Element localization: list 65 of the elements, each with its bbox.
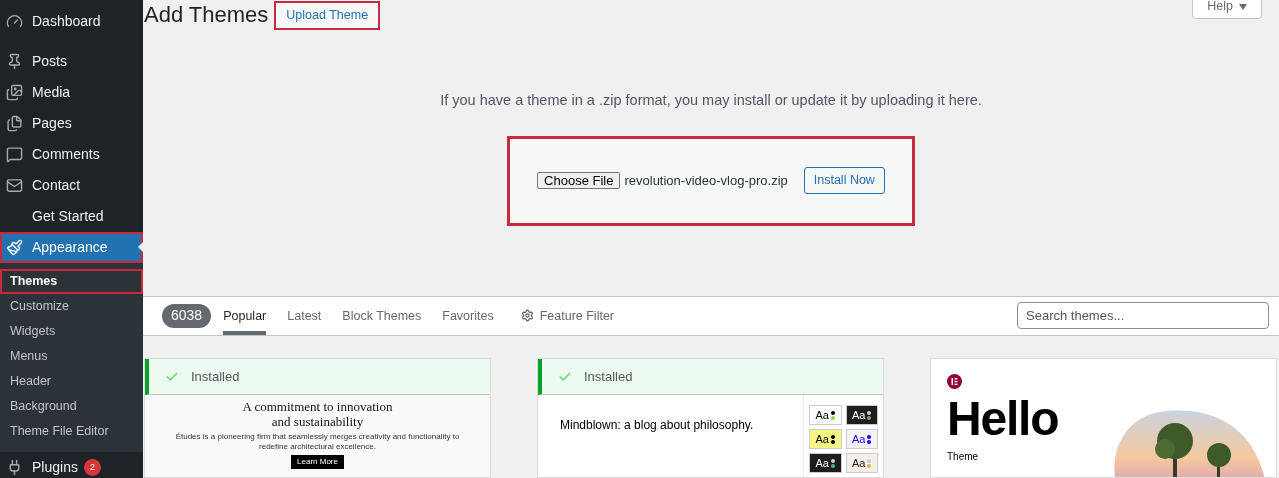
images-icon [6, 84, 23, 101]
installed-label: Installed [191, 367, 240, 386]
sidebar-item[interactable]: Media [2, 79, 141, 106]
envelope-icon [6, 177, 23, 194]
preview-subtitle: Theme [947, 450, 980, 464]
theme-card[interactable]: Installed A commitment to innovation and sustainability Études is a pioneering firm that seamlessly merges creativity and functionality to redefine architectural excellence. Learn More [144, 358, 491, 478]
sidebar-item[interactable]: Get Started [2, 203, 141, 230]
paintbrush-icon [6, 239, 23, 256]
style-swatch[interactable]: Aa [809, 429, 842, 449]
preview-tagline: Mindblown: a blog about philosophy. [559, 417, 755, 434]
installed-label: Installed [584, 367, 633, 386]
round-logo-icon [947, 374, 962, 389]
caret-icon [1239, 3, 1247, 10]
style-swatch[interactable]: Aa [809, 453, 842, 473]
swatch-label: Aa [815, 431, 829, 447]
submenu-item[interactable]: Header [0, 369, 143, 394]
submenu-item[interactable]: Menus [0, 344, 143, 369]
speech-bubble-icon [6, 146, 23, 163]
feature-filter-button[interactable]: Feature Filter [520, 296, 615, 335]
upload-theme-button[interactable]: Upload Theme [274, 0, 381, 30]
submenu-item[interactable]: Themes [0, 269, 143, 294]
swatch-label: Aa [815, 407, 829, 423]
swatch-label: Aa [852, 455, 866, 471]
search-field[interactable]: Search themes... [1017, 302, 1269, 330]
theme-card[interactable]: Installed Mindblown: a blog about philosophy. Aa Aa Aa Aa Aa Aa [537, 358, 884, 478]
choose-file-button[interactable]: Choose File [537, 172, 621, 190]
upload-instructions: If you have a theme in a .zip format, you may install or update it by uploading it here. [440, 91, 982, 110]
style-swatch[interactable]: Aa [845, 405, 878, 425]
sidebar-item[interactable]: Plugins 2 [2, 454, 141, 478]
filter-tab[interactable]: Favorites [442, 296, 494, 335]
swatch-label: Aa [815, 455, 829, 471]
filter-tab[interactable]: Popular [223, 296, 267, 335]
sidebar-item[interactable]: Appearance [2, 234, 141, 261]
settings-icon [520, 309, 534, 323]
style-swatch[interactable]: Aa [845, 453, 878, 473]
sidebar-item[interactable]: Dashboard [2, 8, 141, 35]
theme-count: 6038 [162, 303, 212, 328]
page-title: Add Themes [144, 1, 269, 29]
submenu-item[interactable]: Theme File Editor [0, 419, 143, 444]
gauge-icon [6, 13, 23, 30]
preview-heading: A commitment to innovation and sustainability [241, 399, 394, 429]
preview-paragraph: Études is a pioneering firm that seamlessly merges creativity and functionality to redefine architectural excellence. [174, 432, 461, 452]
swatch-label: Aa [852, 407, 866, 423]
sidebar-item[interactable]: Contact [2, 172, 141, 199]
pin-icon [6, 53, 23, 70]
help-button[interactable]: Help [1192, 0, 1262, 19]
submenu-item[interactable]: Background [0, 394, 143, 419]
filter-tab[interactable]: Latest [287, 296, 322, 335]
submenu-item[interactable]: Widgets [0, 319, 143, 344]
pointer-triangle-icon [138, 242, 143, 252]
sidebar-item[interactable]: Posts [2, 48, 141, 75]
count-badge: 2 [83, 459, 101, 476]
style-swatch[interactable]: Aa [809, 405, 842, 425]
pages-icon [6, 115, 23, 132]
file-name: revolution-video-vlog-pro.zip [624, 172, 788, 190]
learn-more-button[interactable]: Learn More [291, 455, 344, 469]
theme-card[interactable]: Hello Theme [930, 358, 1277, 478]
submenu-item[interactable]: Customize [0, 294, 143, 319]
install-now-button[interactable]: Install Now [803, 167, 885, 195]
preview-heading: Hello [947, 395, 1060, 443]
style-swatch[interactable]: Aa [845, 429, 878, 449]
sidebar-item[interactable]: Pages [2, 110, 141, 137]
swatch-label: Aa [852, 431, 866, 447]
filter-tab[interactable]: Block Themes [342, 296, 422, 335]
sidebar-item[interactable]: Comments [2, 141, 141, 168]
